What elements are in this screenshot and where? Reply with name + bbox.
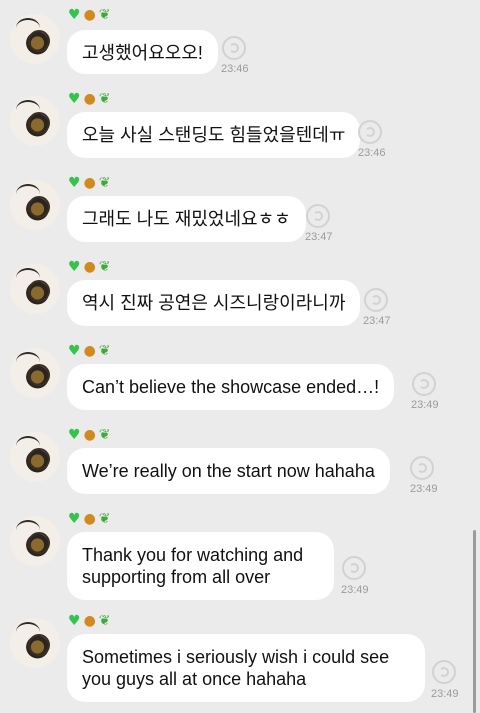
green-heart-icon: ♥ [68, 343, 84, 359]
sync-icon[interactable] [358, 120, 382, 144]
sync-icon[interactable] [432, 660, 456, 684]
message-bubble[interactable]: Sometimes i seriously wish i could see y… [67, 634, 425, 702]
sender-name: ♥●❦ [68, 342, 114, 360]
green-heart-icon: ♥ [68, 427, 84, 443]
sprout-icon: ❦ [98, 259, 114, 275]
avatar[interactable] [10, 180, 60, 230]
green-heart-icon: ♥ [68, 511, 84, 527]
sprout-icon: ❦ [98, 511, 114, 527]
timestamp: 23:47 [305, 231, 333, 243]
scrollbar[interactable] [473, 530, 476, 713]
green-heart-icon: ♥ [68, 613, 84, 629]
green-heart-icon: ♥ [68, 91, 84, 107]
sender-name: ♥●❦ [68, 258, 114, 276]
sync-icon[interactable] [410, 456, 434, 480]
tiger-icon: ● [83, 427, 99, 443]
message-bubble[interactable]: Can’t believe the showcase ended…! [67, 364, 395, 410]
sprout-icon: ❦ [98, 91, 114, 107]
avatar[interactable] [10, 14, 60, 64]
message-bubble[interactable]: 고생했어요오오! [67, 30, 218, 74]
tiger-icon: ● [83, 343, 99, 359]
sync-icon[interactable] [222, 36, 246, 60]
tiger-icon: ● [83, 511, 99, 527]
tiger-icon: ● [83, 259, 99, 275]
sender-name: ♥●❦ [68, 510, 114, 528]
avatar[interactable] [10, 96, 60, 146]
green-heart-icon: ♥ [68, 7, 84, 23]
timestamp: 23:46 [221, 63, 249, 75]
avatar[interactable] [10, 264, 60, 314]
sprout-icon: ❦ [98, 7, 114, 23]
timestamp: 23:49 [411, 399, 439, 411]
sender-name: ♥●❦ [68, 174, 114, 192]
avatar[interactable] [10, 516, 60, 566]
tiger-icon: ● [83, 91, 99, 107]
timestamp: 23:49 [431, 688, 459, 700]
avatar[interactable] [10, 432, 60, 482]
timestamp: 23:49 [410, 483, 438, 495]
sync-icon[interactable] [412, 372, 436, 396]
sync-icon[interactable] [306, 204, 330, 228]
message-bubble[interactable]: We’re really on the start now hahaha [67, 448, 390, 494]
timestamp: 23:49 [341, 584, 369, 596]
avatar[interactable] [10, 618, 60, 668]
sync-icon[interactable] [342, 556, 366, 580]
message-bubble[interactable]: 그래도 나도 재밌었네요ㅎㅎ [67, 196, 306, 242]
sync-icon[interactable] [364, 288, 388, 312]
tiger-icon: ● [83, 7, 99, 23]
message-bubble[interactable]: 역시 진짜 공연은 시즈니랑이라니까 [67, 280, 361, 326]
timestamp: 23:47 [363, 315, 391, 327]
sender-name: ♥●❦ [68, 6, 114, 24]
sprout-icon: ❦ [98, 175, 114, 191]
message-bubble[interactable]: 오늘 사실 스탠딩도 힘들었을텐데ㅠ [67, 112, 361, 158]
green-heart-icon: ♥ [68, 175, 84, 191]
tiger-icon: ● [83, 613, 99, 629]
sprout-icon: ❦ [98, 613, 114, 629]
sprout-icon: ❦ [98, 343, 114, 359]
tiger-icon: ● [83, 175, 99, 191]
sender-name: ♥●❦ [68, 612, 114, 630]
sender-name: ♥●❦ [68, 90, 114, 108]
green-heart-icon: ♥ [68, 259, 84, 275]
message-bubble[interactable]: Thank you for watching and supporting fr… [67, 532, 334, 600]
sender-name: ♥●❦ [68, 426, 114, 444]
sprout-icon: ❦ [98, 427, 114, 443]
avatar[interactable] [10, 348, 60, 398]
timestamp: 23:46 [358, 147, 386, 159]
